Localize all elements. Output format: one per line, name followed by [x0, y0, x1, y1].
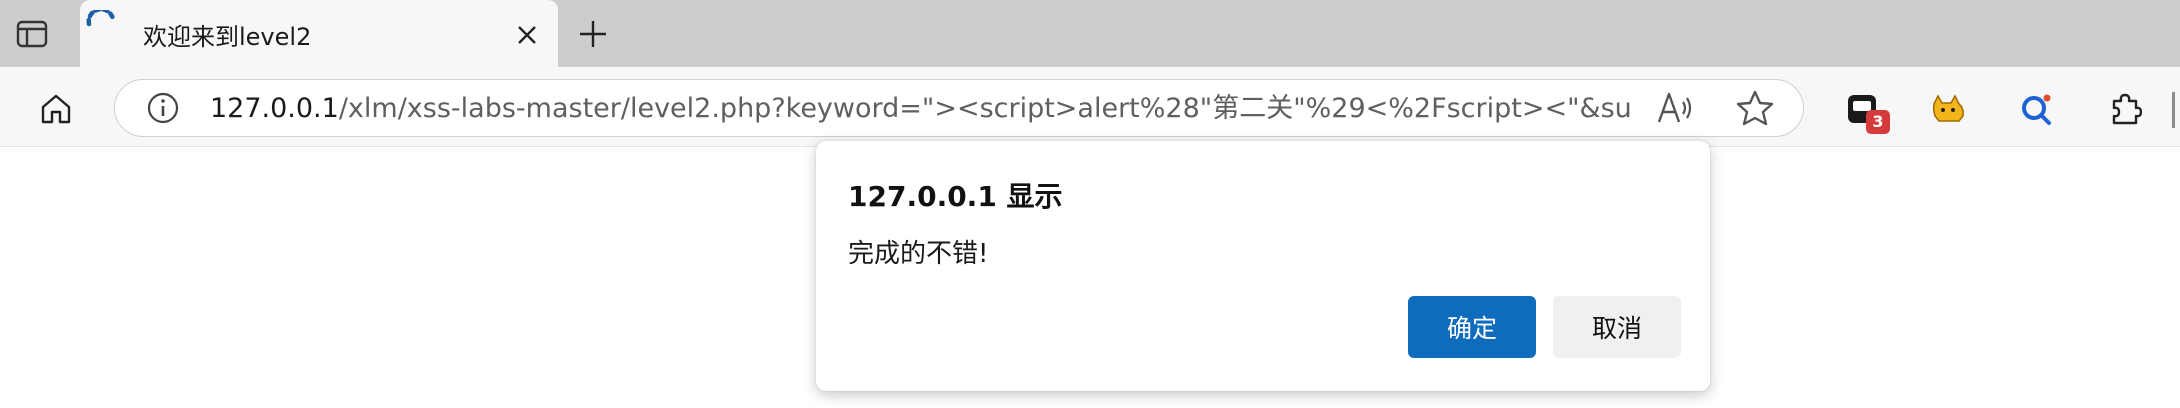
tab-title: 欢迎来到level2: [143, 23, 312, 51]
tab-actions-icon: [16, 20, 48, 48]
home-button[interactable]: [30, 87, 82, 131]
dialog-title: 127.0.0.1 显示: [848, 180, 1063, 213]
extension-badge: 3: [1866, 110, 1890, 134]
dialog-message: 完成的不错!: [848, 239, 989, 269]
url-path: /xlm/xss-labs-master/level2.php?keyword=…: [338, 93, 1630, 124]
cancel-button[interactable]: 取消: [1553, 296, 1681, 358]
search-extension-icon: [2022, 94, 2051, 125]
cat-icon: [1932, 94, 1964, 122]
home-icon: [41, 94, 71, 124]
close-icon: [518, 26, 536, 44]
info-icon[interactable]: [146, 91, 180, 125]
toolbar-divider: [2172, 92, 2175, 128]
extension-button-3[interactable]: [2016, 88, 2058, 130]
plus-icon: [580, 21, 606, 47]
puzzle-icon: [2112, 93, 2142, 125]
tab-actions-button[interactable]: [6, 12, 58, 56]
extensions-menu-button[interactable]: [2104, 88, 2146, 130]
url-host: 127.0.0.1: [210, 93, 339, 124]
read-aloud-icon[interactable]: [1656, 90, 1696, 126]
url-field[interactable]: 127.0.0.1/xlm/xss-labs-master/level2.php…: [210, 93, 1630, 125]
tab-close-button[interactable]: [510, 18, 544, 52]
ok-button[interactable]: 确定: [1408, 296, 1536, 358]
loading-spinner-icon: [86, 10, 116, 27]
new-tab-button[interactable]: [572, 13, 614, 55]
star-icon[interactable]: [1735, 89, 1775, 127]
extension-button-2[interactable]: [1928, 88, 1970, 130]
